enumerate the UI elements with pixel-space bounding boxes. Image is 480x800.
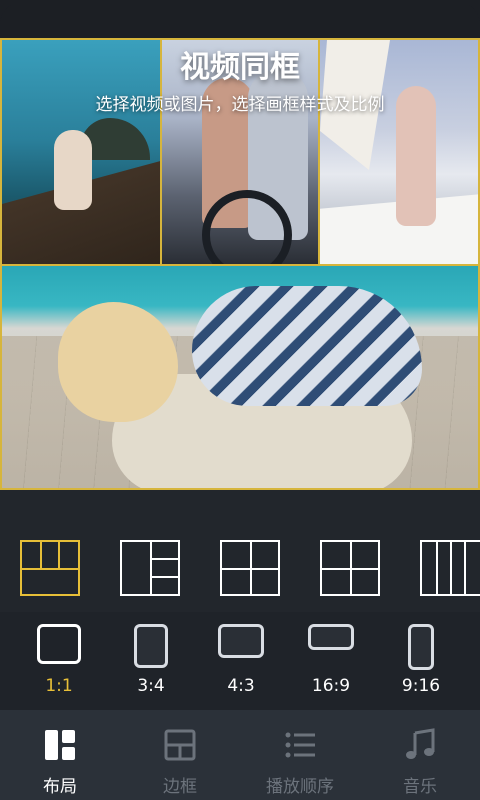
layout-divider xyxy=(350,542,352,594)
layout-icon xyxy=(45,730,75,760)
ratio-label: 1:1 xyxy=(45,676,73,696)
ratio-shape-3-4 xyxy=(134,624,168,668)
ratio-9-16[interactable]: 9:16 xyxy=(386,618,456,702)
collage-preview: 视频同框 选择视频或图片，选择画框样式及比例 xyxy=(0,38,480,490)
ratio-1-1[interactable]: 1:1 xyxy=(24,618,94,702)
layout-option-3[interactable] xyxy=(220,540,280,596)
layout-divider xyxy=(22,568,78,570)
tab-music-label: 音乐 xyxy=(403,777,437,797)
layout-option-1[interactable] xyxy=(20,540,80,596)
layout-option-5[interactable] xyxy=(420,540,480,596)
ratio-shape-4-3 xyxy=(218,624,264,658)
border-icon xyxy=(164,729,196,761)
person-shape xyxy=(54,130,92,210)
ratio-shape-1-1 xyxy=(37,624,81,664)
page-title: 视频同框 xyxy=(180,50,300,85)
ratio-shape-9-16 xyxy=(408,624,434,670)
tab-border[interactable]: 边框 xyxy=(120,720,240,797)
layout-divider xyxy=(150,542,152,594)
tab-layout[interactable]: 布局 xyxy=(0,720,120,797)
layout-option-2[interactable] xyxy=(120,540,180,596)
ratio-3-4[interactable]: 3:4 xyxy=(116,618,186,702)
layout-divider xyxy=(58,542,60,568)
layout-divider xyxy=(250,542,252,568)
hair-shape xyxy=(58,302,178,422)
bottom-navigation: 布局 边框 播放顺序 音乐 xyxy=(0,710,480,800)
layout-divider xyxy=(464,542,466,594)
layout-selector xyxy=(0,520,480,616)
layout-divider xyxy=(450,542,452,594)
tab-play-order-label: 播放顺序 xyxy=(266,777,334,797)
list-order-icon xyxy=(285,732,315,758)
ratio-4-3[interactable]: 4:3 xyxy=(206,618,276,702)
top-bar xyxy=(0,0,480,38)
aspect-ratio-selector: 1:1 3:4 4:3 16:9 9:16 xyxy=(0,612,480,710)
tab-play-order[interactable]: 播放顺序 xyxy=(240,720,360,797)
tab-border-label: 边框 xyxy=(163,777,197,797)
layout-divider xyxy=(40,542,42,568)
page-subtitle: 选择视频或图片，选择画框样式及比例 xyxy=(95,95,385,115)
tab-music[interactable]: 音乐 xyxy=(360,720,480,797)
ratio-label: 9:16 xyxy=(401,676,441,696)
layout-divider xyxy=(250,570,252,594)
app-screen: 视频同框 选择视频或图片，选择画框样式及比例 1:1 3:4 4:3 16:9 … xyxy=(0,0,480,800)
ratio-label: 16:9 xyxy=(311,676,351,696)
ratio-label: 3:4 xyxy=(137,676,165,696)
layout-divider xyxy=(436,542,438,594)
layout-option-4[interactable] xyxy=(320,540,380,596)
person-shape xyxy=(192,286,422,406)
ratio-shape-16-9 xyxy=(308,624,354,650)
collage-cell-4[interactable] xyxy=(0,264,480,490)
ratio-16-9[interactable]: 16:9 xyxy=(296,618,366,702)
layout-divider xyxy=(152,576,178,578)
ratio-label: 4:3 xyxy=(227,676,255,696)
tab-layout-label: 布局 xyxy=(43,777,77,797)
music-note-icon xyxy=(406,728,435,759)
layout-divider xyxy=(152,558,178,560)
